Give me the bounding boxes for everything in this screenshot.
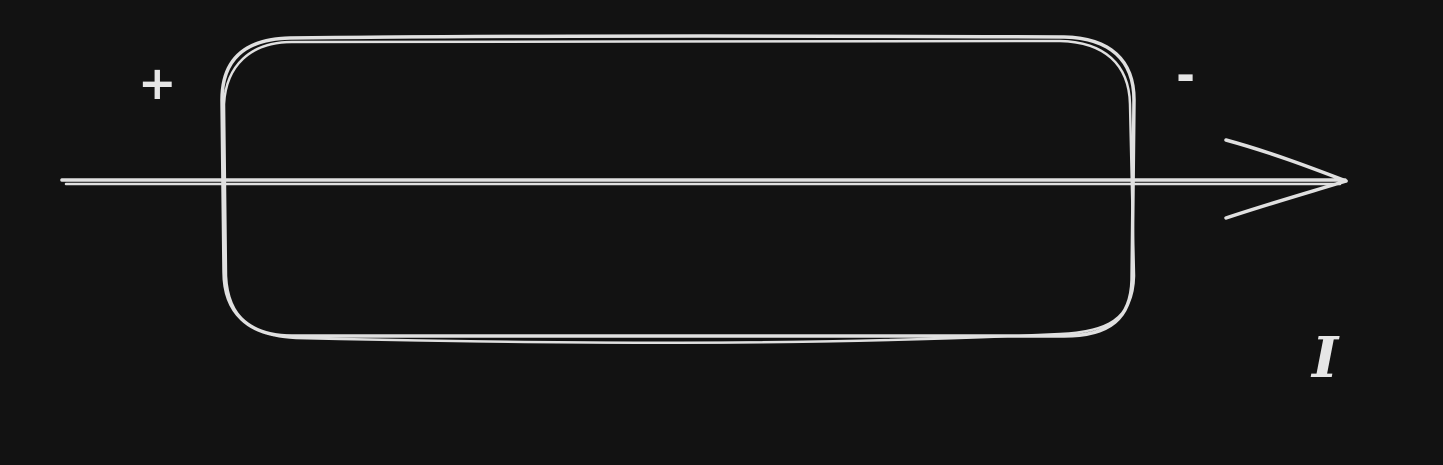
arrowhead-lower <box>1224 179 1348 220</box>
diagram-canvas: + - I <box>0 0 1443 465</box>
positive-terminal-label: + <box>138 56 177 110</box>
component-box-overstroke <box>222 39 1136 345</box>
negative-terminal-label: - <box>1176 48 1196 102</box>
arrowhead-icon <box>1224 138 1348 183</box>
circuit-drawing <box>60 34 1348 345</box>
component-box <box>220 34 1136 338</box>
current-label: I <box>1312 325 1339 391</box>
